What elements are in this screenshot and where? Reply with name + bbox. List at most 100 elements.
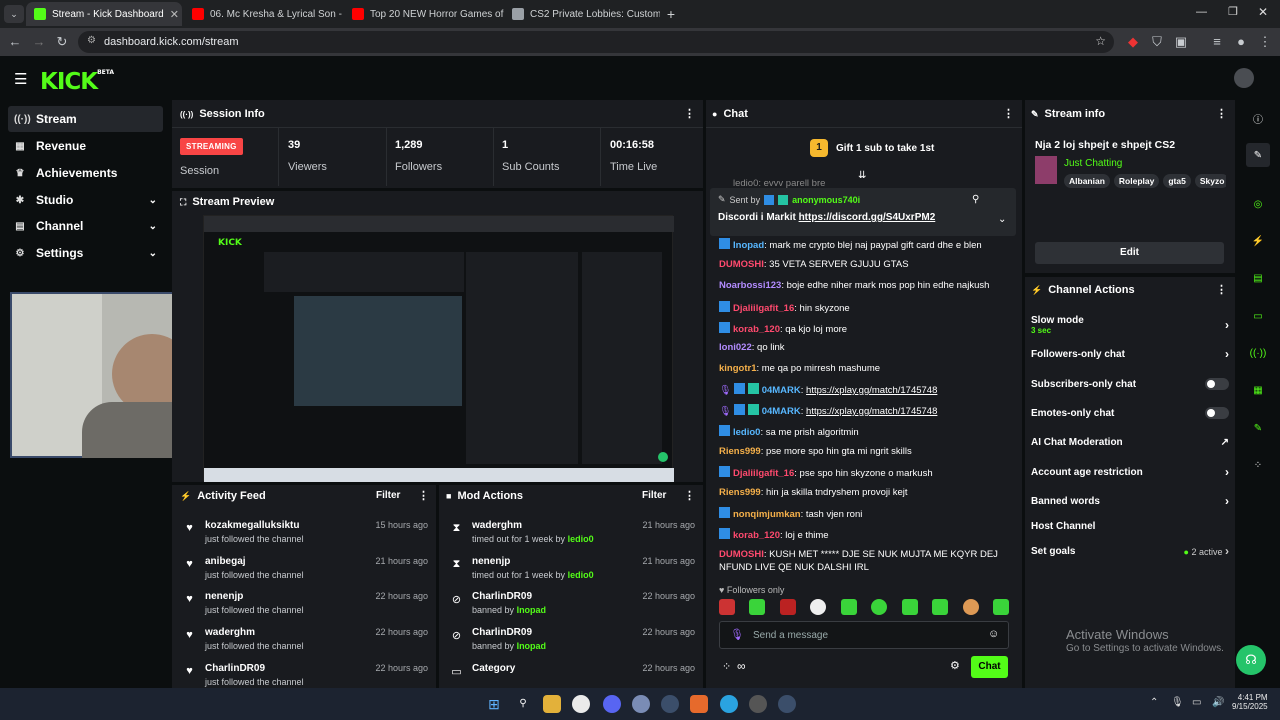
kick-logo[interactable]: KICKBETA: [40, 69, 114, 95]
windows-start-icon[interactable]: ⊞: [485, 695, 503, 713]
tag[interactable]: Skyzo: [1194, 174, 1226, 188]
session-menu-button[interactable]: ⋮: [684, 107, 695, 120]
document-icon[interactable]: ▤: [1246, 266, 1270, 290]
stream-info-menu-button[interactable]: ⋮: [1216, 107, 1227, 120]
chat-username[interactable]: ledio0: [733, 427, 760, 438]
set-goals-row[interactable]: Set goals ● 2 active ›: [1031, 543, 1229, 559]
extensions-puzzle-icon[interactable]: ▣: [1172, 33, 1190, 51]
pinned-message[interactable]: ✎ Sent by anonymous740i ⚲ Discordi i Mar…: [710, 188, 1016, 236]
headset-support-icon[interactable]: ☊: [1236, 645, 1266, 675]
forward-button[interactable]: →: [30, 33, 48, 51]
chat-username[interactable]: Inopad: [733, 240, 764, 251]
tab-youtube-2[interactable]: Top 20 NEW Horror Games of 2 ✕: [344, 2, 504, 26]
chat-link[interactable]: https://xplay.gg/match/1745748: [806, 406, 937, 417]
address-bar[interactable]: ⚙ dashboard.kick.com/stream ☆: [78, 31, 1114, 53]
tag[interactable]: Albanian: [1064, 174, 1110, 188]
chat-username[interactable]: DUMOSHI: [719, 259, 764, 270]
tab-youtube-1[interactable]: 06. Mc Kresha & Lyrical Son - M ✕: [184, 2, 344, 26]
volume-icon[interactable]: 🔊: [1212, 697, 1224, 708]
browser-menu-icon[interactable]: ⋮: [1256, 33, 1274, 51]
site-info-icon[interactable]: ⚙: [87, 35, 96, 46]
ai-moderation-row[interactable]: AI Chat Moderation ↗: [1031, 434, 1229, 450]
emote-icon[interactable]: [719, 599, 735, 615]
chat-username[interactable]: Noarbossi123: [719, 280, 781, 291]
new-tab-button[interactable]: +: [662, 2, 680, 26]
emote-icon[interactable]: [962, 599, 979, 615]
subscribers-only-toggle[interactable]: [1205, 378, 1229, 390]
profile-avatar-icon[interactable]: ●: [1232, 33, 1250, 51]
file-explorer-icon[interactable]: [543, 695, 561, 713]
followers-only-row[interactable]: Followers-only chat ›: [1031, 346, 1229, 362]
emote-icon[interactable]: [992, 599, 1009, 615]
chat-username[interactable]: kingotr1: [719, 363, 756, 374]
sidebar-item-channel[interactable]: ▤ Channel ⌄: [8, 213, 163, 239]
minimize-button[interactable]: —: [1196, 6, 1207, 18]
emote-icon[interactable]: [779, 599, 796, 615]
pin-toggle-icon[interactable]: ⚲: [972, 194, 979, 205]
window-close-button[interactable]: ✕: [1258, 5, 1268, 19]
account-age-row[interactable]: Account age restriction ›: [1031, 464, 1229, 480]
maximize-button[interactable]: ❐: [1228, 5, 1238, 18]
back-button[interactable]: ←: [6, 33, 24, 51]
chat-username[interactable]: korab_120: [733, 530, 780, 541]
obs-icon[interactable]: [749, 695, 767, 713]
chat-link[interactable]: https://xplay.gg/match/1745748: [806, 385, 937, 396]
chat-username[interactable]: Djaliilgafit_16: [733, 303, 794, 314]
chat-username[interactable]: loni022: [719, 342, 752, 353]
host-channel-row[interactable]: Host Channel: [1031, 518, 1229, 534]
gift-leaderboard[interactable]: 1 Gift 1 sub to take 1st: [810, 139, 934, 157]
chat-bubble-icon[interactable]: ▭: [1246, 304, 1270, 328]
emote-icon[interactable]: [871, 599, 888, 615]
steam-icon[interactable]: [661, 695, 679, 713]
chat-username[interactable]: Riens999: [719, 487, 761, 498]
emote-icon[interactable]: [810, 599, 827, 615]
sidebar-item-stream[interactable]: ((·)) Stream: [8, 106, 163, 132]
banned-words-row[interactable]: Banned words ›: [1031, 493, 1229, 509]
steam-icon[interactable]: [778, 695, 796, 713]
search-icon[interactable]: ⚲: [514, 695, 532, 713]
chat-username[interactable]: nonqimjumkan: [733, 509, 801, 520]
telegram-icon[interactable]: [720, 695, 738, 713]
clock[interactable]: 4:41 PM 9/15/2025: [1232, 693, 1268, 711]
brave-icon[interactable]: [690, 695, 708, 713]
chat-input[interactable]: 🎙 Send a message ☺: [719, 621, 1009, 649]
mod-menu-button[interactable]: ⋮: [684, 489, 695, 502]
apps-icon[interactable]: ⁘: [1246, 453, 1270, 477]
tag[interactable]: gta5: [1163, 174, 1191, 188]
kick-app-icon[interactable]: ⁘: [722, 660, 731, 673]
gear-icon[interactable]: ⚙: [950, 659, 960, 672]
discord-icon[interactable]: [603, 695, 621, 713]
tab-kick-dashboard[interactable]: Stream - Kick Dashboard ✕: [26, 2, 182, 26]
shield-icon[interactable]: ⛉: [1148, 33, 1166, 51]
chat-menu-button[interactable]: ⋮: [1003, 107, 1014, 120]
pencil-icon[interactable]: ✎: [1246, 143, 1270, 167]
slow-mode-row[interactable]: Slow mode 3 sec ›: [1031, 313, 1229, 337]
wrench-icon[interactable]: ✎: [1246, 416, 1270, 440]
activity-filter-button[interactable]: Filter: [376, 490, 400, 501]
chat-username[interactable]: Djaliilgafit_16: [733, 468, 794, 479]
extension-icon[interactable]: ◆: [1124, 33, 1142, 51]
collapse-icon[interactable]: ⇊: [858, 170, 866, 181]
reload-button[interactable]: ↻: [53, 33, 71, 51]
sidebar-item-achievements[interactable]: ♛ Achievements: [8, 160, 163, 186]
hamburger-menu-icon[interactable]: ☰: [14, 70, 27, 88]
bolt-icon[interactable]: ⚡: [1246, 229, 1270, 253]
emote-icon[interactable]: [840, 599, 857, 615]
broadcast-icon[interactable]: ((·)): [1246, 341, 1270, 365]
sidebar-item-studio[interactable]: ✱ Studio ⌄: [8, 187, 163, 213]
layout-icon[interactable]: ▦: [1246, 378, 1270, 402]
sidebar-item-settings[interactable]: ⚙ Settings ⌄: [8, 240, 163, 266]
media-controls-icon[interactable]: ≡: [1208, 33, 1226, 51]
chevron-up-icon[interactable]: ⌃: [1150, 697, 1158, 708]
emote-icon[interactable]: [932, 599, 949, 615]
chat-username[interactable]: Riens999: [719, 446, 761, 457]
tag[interactable]: Roleplay: [1113, 174, 1160, 188]
stream-preview-video[interactable]: KICK: [203, 215, 674, 482]
emotes-only-toggle[interactable]: [1205, 407, 1229, 419]
info-icon[interactable]: ⓘ: [1246, 106, 1270, 130]
app-icon[interactable]: [632, 695, 650, 713]
tab-cs2-lobbies[interactable]: CS2 Private Lobbies: Custom M ✕: [504, 2, 660, 26]
avatar[interactable]: [1234, 68, 1254, 88]
chrome-icon[interactable]: [572, 695, 590, 713]
chat-username[interactable]: 04MARK: [762, 406, 801, 417]
